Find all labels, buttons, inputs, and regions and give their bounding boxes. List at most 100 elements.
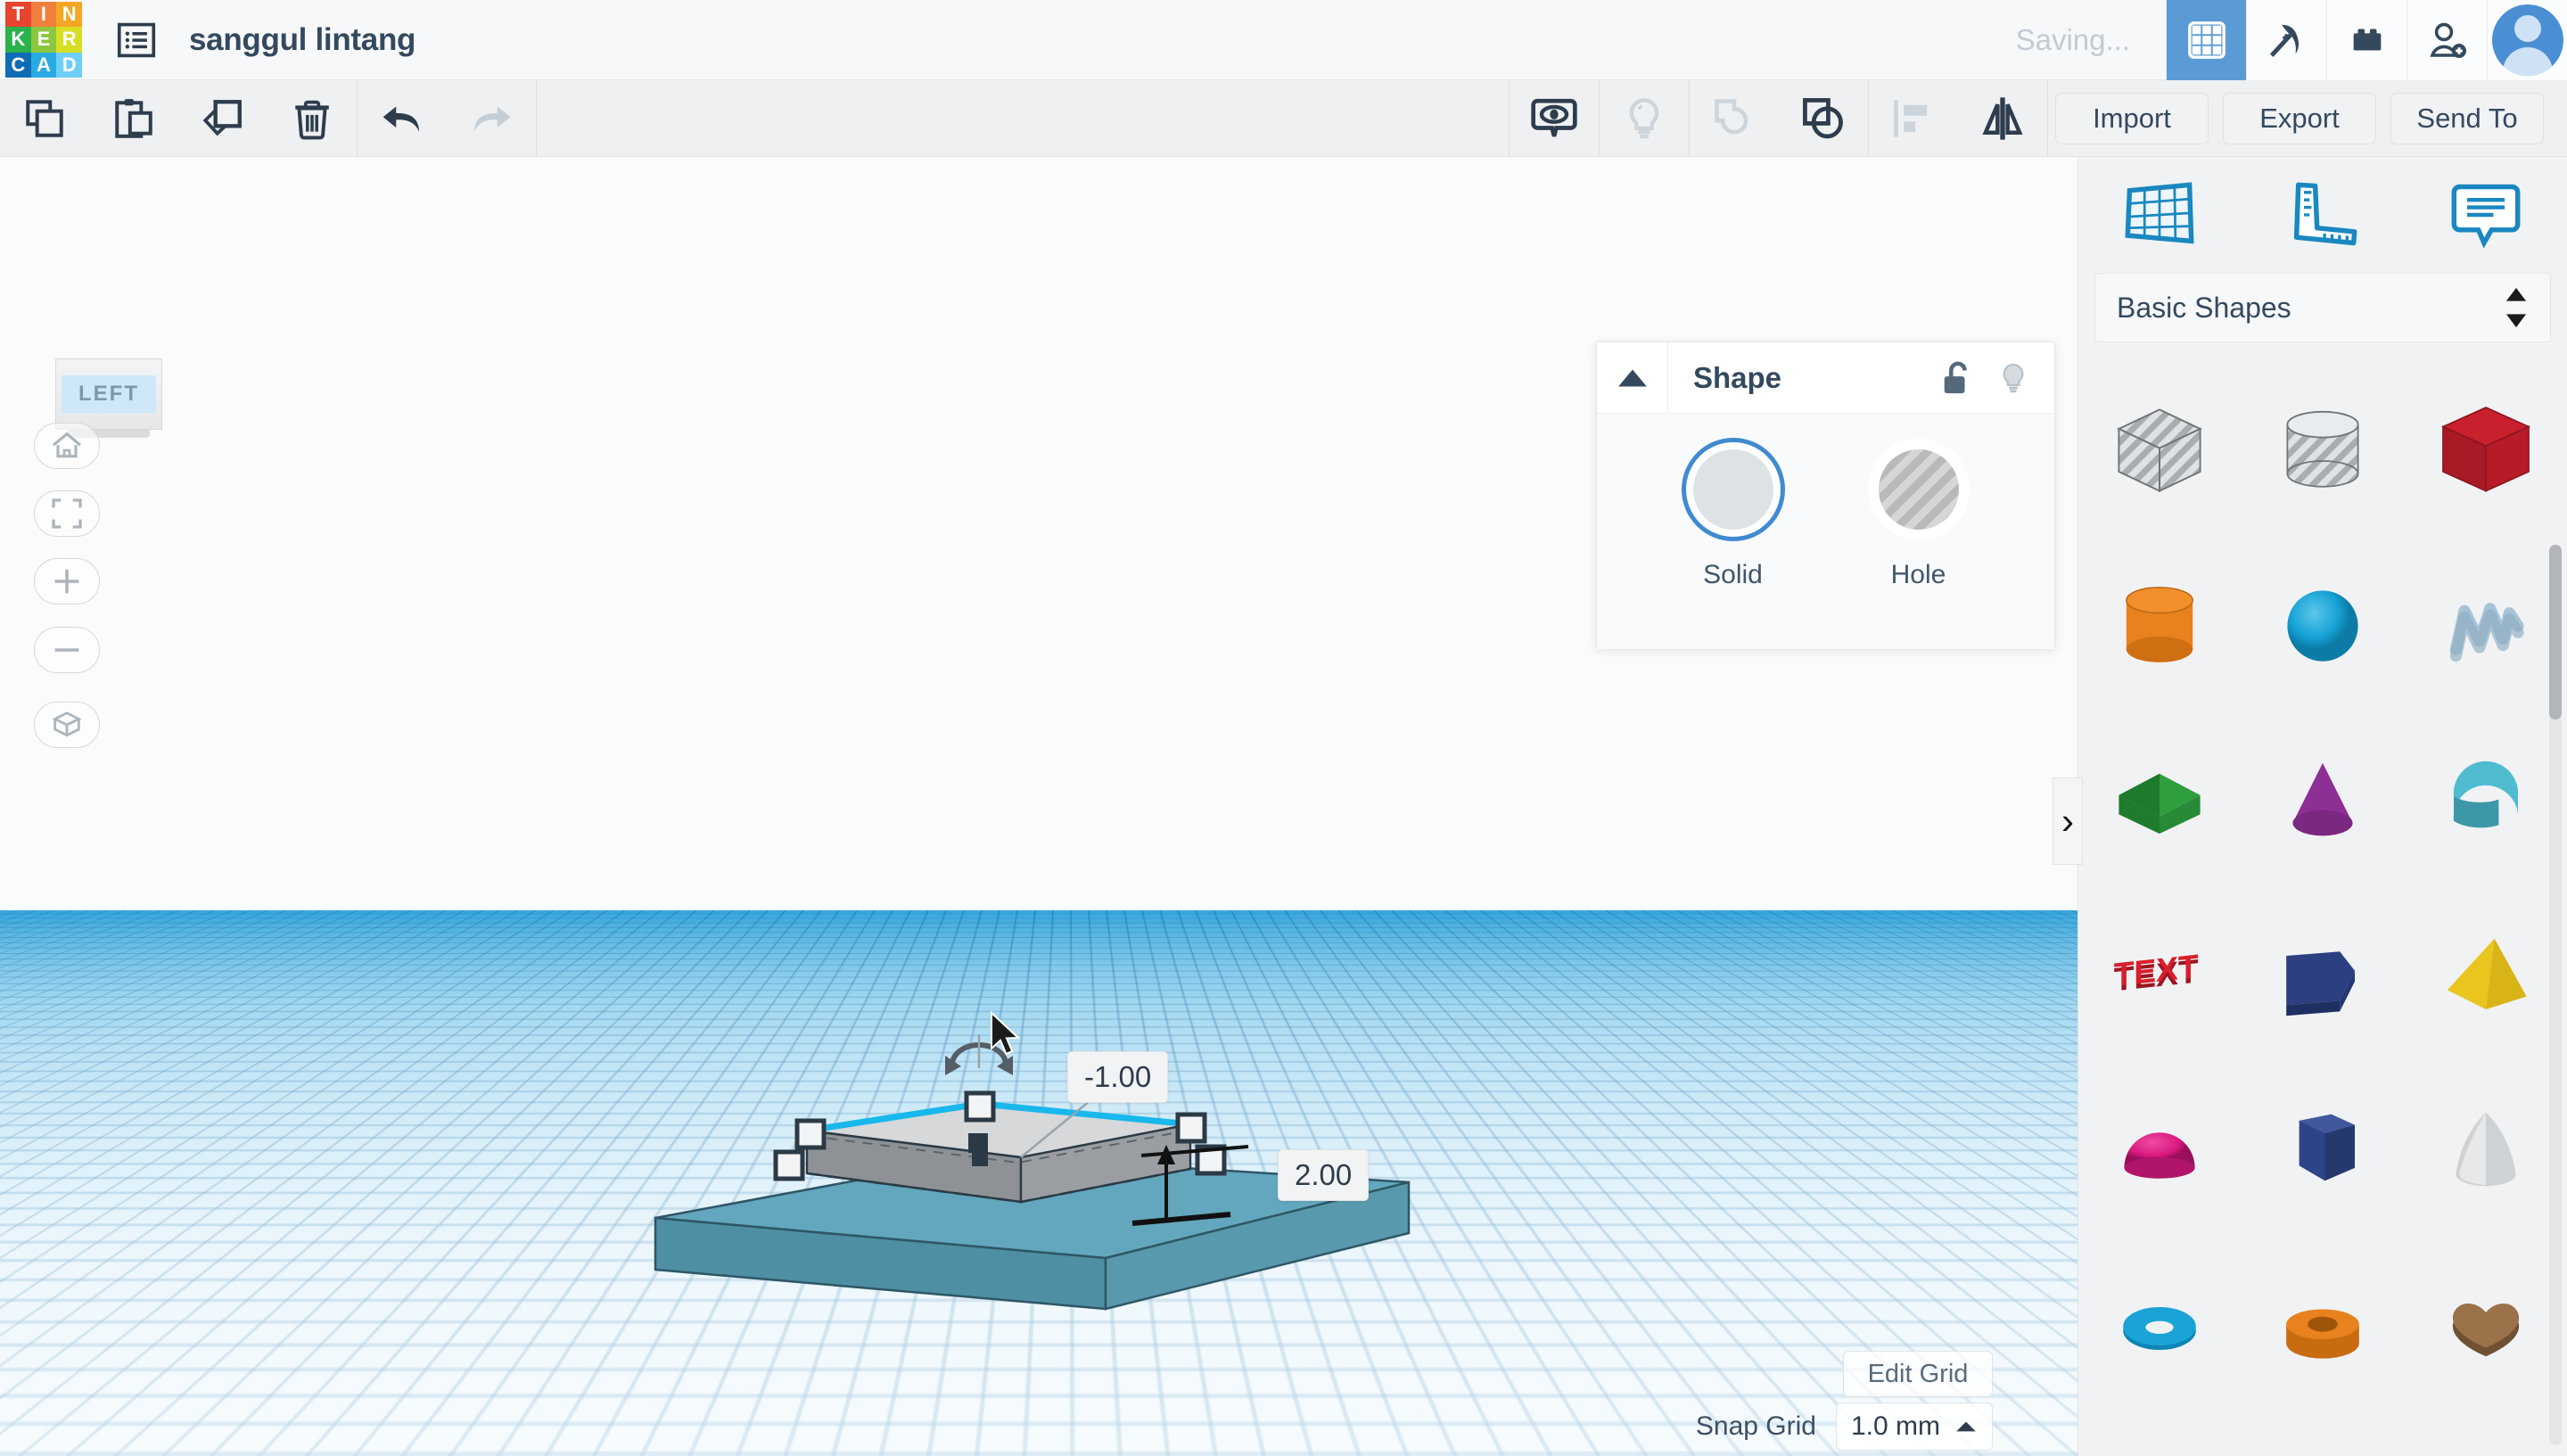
zoom-out-button[interactable] (34, 627, 100, 673)
codeblocks-pickaxe-icon (2269, 24, 2299, 57)
lock-toggle-button[interactable] (1928, 342, 1985, 414)
wedge-thumbnail (2119, 773, 2201, 834)
shape-wedge-green[interactable] (2078, 713, 2242, 889)
user-avatar-button[interactable] (2487, 0, 2567, 80)
solid-option[interactable]: Solid (1692, 449, 1773, 590)
visibility-button[interactable] (1510, 80, 1599, 157)
rotation-value-chip[interactable]: -1.00 (1067, 1051, 1169, 1103)
sidebar-collapse-handle[interactable]: › (2053, 777, 2083, 865)
undo-button[interactable] (358, 80, 447, 157)
align-icon (1894, 99, 1928, 137)
tab-notes[interactable] (2432, 166, 2539, 264)
zoom-in-button[interactable] (34, 558, 100, 605)
shape-box-hole[interactable] (2078, 362, 2242, 538)
sidebar-scroll-thumb[interactable] (2549, 545, 2562, 720)
design-canvas[interactable]: -1.00 2.00 LEFT Shape Solid Hole Edit Gr… (0, 157, 2077, 1456)
copy-button[interactable] (0, 80, 89, 157)
shape-tube-orange[interactable] (2242, 1240, 2405, 1414)
toolbar-divider (536, 79, 537, 157)
group-button[interactable] (1779, 80, 1868, 157)
lightbulb-icon (2003, 363, 2024, 392)
copy-icon (26, 99, 63, 137)
shape-scribble[interactable] (2404, 538, 2567, 713)
shapes-grid: TEXT TEXT (2078, 362, 2567, 1414)
height-value-chip[interactable]: 2.00 (1278, 1149, 1370, 1201)
fit-all-button[interactable] (34, 490, 100, 537)
shape-halfcyl-teal[interactable] (2404, 713, 2567, 889)
header-grid-view-button[interactable] (2166, 0, 2246, 80)
align-button[interactable] (1869, 80, 1958, 157)
paste-icon (115, 98, 152, 138)
list-menu-icon (117, 22, 156, 57)
header-codeblocks-button[interactable] (2246, 0, 2326, 80)
shape-cone-purple[interactable] (2242, 713, 2405, 889)
shape-cylinder-hole[interactable] (2242, 362, 2405, 538)
header-actions: Saving... (2016, 0, 2567, 80)
shape-category-select[interactable]: Basic Shapes (2094, 273, 2551, 342)
tab-shapes-grid[interactable] (2106, 166, 2213, 264)
note-callout-icon (2451, 184, 2521, 249)
shape-light-button[interactable] (1985, 342, 2042, 414)
ungroup-icon (1715, 98, 1748, 134)
import-button[interactable]: Import (2055, 92, 2209, 144)
shape-box-red[interactable] (2404, 362, 2567, 538)
delete-button[interactable] (267, 80, 357, 157)
duplicate-icon (202, 99, 242, 136)
shape-dome-pink[interactable] (2078, 1065, 2242, 1240)
sidebar-scrollbar[interactable] (2549, 545, 2562, 1445)
shape-cylinder-orange[interactable] (2078, 538, 2242, 713)
header-blocks-button[interactable] (2326, 0, 2407, 80)
light-button[interactable] (1600, 80, 1689, 157)
solid-label: Solid (1703, 560, 1763, 589)
box-thumbnail (2440, 406, 2530, 492)
shape-polyprism-navy[interactable] (2242, 889, 2405, 1065)
sphere-thumbnail (2287, 589, 2358, 662)
tab-ruler[interactable] (2269, 166, 2376, 264)
shape-panel-header: Shape (1597, 341, 2054, 414)
text-thumbnail: TEXT TEXT (2114, 947, 2199, 998)
undo-arrow-icon (383, 106, 420, 132)
mirror-flip-icon (1982, 96, 2023, 140)
paste-button[interactable] (89, 80, 178, 157)
group-icon (1803, 97, 1843, 138)
triangle-up-icon (1617, 369, 1647, 386)
ungroup-button[interactable] (1690, 80, 1779, 157)
redo-arrow-icon (473, 106, 511, 132)
solid-swatch (1692, 449, 1773, 530)
view-cube-label: LEFT (62, 375, 156, 413)
shape-panel-collapse-button[interactable] (1597, 341, 1668, 414)
shape-panel-title: Shape (1693, 360, 1782, 394)
snap-grid-select[interactable]: 1.0 mm (1835, 1403, 1993, 1451)
hole-option[interactable]: Hole (1878, 449, 1959, 590)
redo-button[interactable] (447, 80, 536, 157)
duplicate-button[interactable] (178, 80, 267, 157)
shape-heart-brown[interactable] (2404, 1240, 2567, 1414)
shape-paraboloid-grey[interactable] (2404, 1065, 2567, 1240)
shape-torus-blue[interactable] (2078, 1240, 2242, 1414)
delete-trash-icon (295, 100, 329, 139)
header-invite-button[interactable] (2407, 0, 2487, 80)
project-list-icon[interactable] (109, 12, 164, 68)
polyprism-thumbnail (2286, 950, 2355, 1016)
send-to-button[interactable]: Send To (2390, 92, 2544, 144)
edit-toolbar: Import Export Send To (0, 79, 2567, 157)
toolbar-divider (2047, 79, 2048, 157)
logo-tile: I (30, 1, 57, 28)
edit-grid-button[interactable]: Edit Grid (1843, 1351, 1993, 1397)
shape-text-red[interactable]: TEXT TEXT (2078, 889, 2242, 1065)
app-header: TINKERCAD sanggul lintang Saving... (0, 0, 2567, 80)
design-title[interactable]: sanggul lintang (189, 22, 415, 58)
tinkercad-logo[interactable]: TINKERCAD (5, 1, 82, 78)
hole-swatch (1878, 449, 1959, 530)
mirror-button[interactable] (1958, 80, 2047, 157)
shape-hexprism-blue[interactable] (2242, 1065, 2405, 1240)
ruler-icon (2293, 182, 2357, 246)
plus-icon (54, 569, 79, 594)
shape-sphere-blue[interactable] (2242, 538, 2405, 713)
ortho-perspective-toggle[interactable] (34, 702, 100, 748)
shape-pyramid-yellow[interactable] (2404, 889, 2567, 1065)
logo-tile: C (5, 52, 31, 78)
home-view-button[interactable] (34, 423, 100, 469)
shape-category-label: Basic Shapes (2117, 291, 2291, 324)
export-button[interactable]: Export (2223, 92, 2376, 144)
